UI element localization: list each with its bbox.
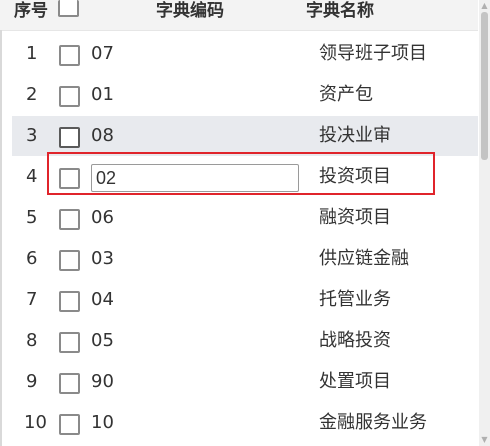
row-index: 1 bbox=[26, 43, 38, 64]
row-checkbox[interactable] bbox=[59, 332, 80, 353]
row-code: 05 bbox=[91, 330, 114, 351]
row-index: 7 bbox=[26, 289, 38, 310]
table-row[interactable]: 5 06 融资项目 bbox=[12, 198, 478, 238]
table-header: 序号 字典编码 字典名称 bbox=[0, 0, 478, 31]
header-code: 字典编码 bbox=[156, 1, 224, 21]
row-code: 90 bbox=[91, 371, 114, 392]
row-name: 资产包 bbox=[319, 84, 373, 105]
scroll-up-icon[interactable]: ▲ bbox=[481, 2, 488, 10]
header-name: 字典名称 bbox=[306, 1, 374, 21]
row-checkbox[interactable] bbox=[59, 45, 80, 66]
row-checkbox[interactable] bbox=[59, 209, 80, 230]
row-checkbox[interactable] bbox=[59, 86, 80, 107]
row-index: 5 bbox=[26, 207, 38, 228]
table-row[interactable]: 2 01 资产包 bbox=[12, 75, 478, 115]
row-index: 6 bbox=[26, 248, 38, 269]
dictionary-table: 序号 字典编码 字典名称 107领导班子项目201资产包308投决业审4投资项目… bbox=[0, 0, 478, 446]
row-code: 03 bbox=[91, 248, 114, 269]
row-index: 3 bbox=[26, 125, 38, 146]
row-name: 战略投资 bbox=[319, 330, 391, 351]
select-all-checkbox[interactable] bbox=[58, 0, 79, 17]
table-row[interactable]: 9 90 处置项目 bbox=[12, 362, 478, 402]
row-name: 托管业务 bbox=[319, 289, 391, 310]
row-index: 8 bbox=[26, 330, 38, 351]
table-left-border bbox=[0, 30, 2, 446]
row-checkbox[interactable] bbox=[59, 127, 80, 148]
vertical-scrollbar[interactable]: ▲ ▼ bbox=[479, 0, 490, 446]
table-row[interactable]: 1 07 领导班子项目 bbox=[12, 34, 478, 74]
table-row[interactable]: 10 10 金融服务业务 bbox=[12, 403, 478, 443]
row-index: 10 bbox=[24, 412, 47, 433]
row-checkbox[interactable] bbox=[59, 250, 80, 271]
row-code: 01 bbox=[91, 84, 114, 105]
row-code: 08 bbox=[91, 125, 114, 146]
header-index: 序号 bbox=[14, 1, 48, 21]
row-code: 07 bbox=[91, 43, 114, 64]
selected-row-outline bbox=[47, 152, 435, 195]
table-row[interactable]: 3 08 投决业审 bbox=[12, 116, 478, 156]
row-code: 04 bbox=[91, 289, 114, 310]
row-index: 2 bbox=[26, 84, 38, 105]
row-checkbox[interactable] bbox=[59, 291, 80, 312]
table-row[interactable]: 7 04 托管业务 bbox=[12, 280, 478, 320]
row-name: 金融服务业务 bbox=[319, 412, 427, 433]
row-code: 06 bbox=[91, 207, 114, 228]
row-name: 供应链金融 bbox=[319, 248, 409, 269]
row-name: 融资项目 bbox=[319, 207, 391, 228]
scroll-down-icon[interactable]: ▼ bbox=[481, 436, 488, 444]
row-code: 10 bbox=[91, 412, 114, 433]
row-checkbox[interactable] bbox=[59, 414, 80, 435]
row-name: 投决业审 bbox=[319, 125, 391, 146]
row-name: 处置项目 bbox=[319, 371, 391, 392]
scroll-thumb[interactable] bbox=[481, 12, 488, 160]
row-checkbox[interactable] bbox=[59, 373, 80, 394]
row-index: 9 bbox=[26, 371, 38, 392]
table-row[interactable]: 8 05 战略投资 bbox=[12, 321, 478, 361]
row-index: 4 bbox=[26, 166, 38, 187]
row-name: 领导班子项目 bbox=[319, 43, 427, 64]
table-row[interactable]: 6 03 供应链金融 bbox=[12, 239, 478, 279]
